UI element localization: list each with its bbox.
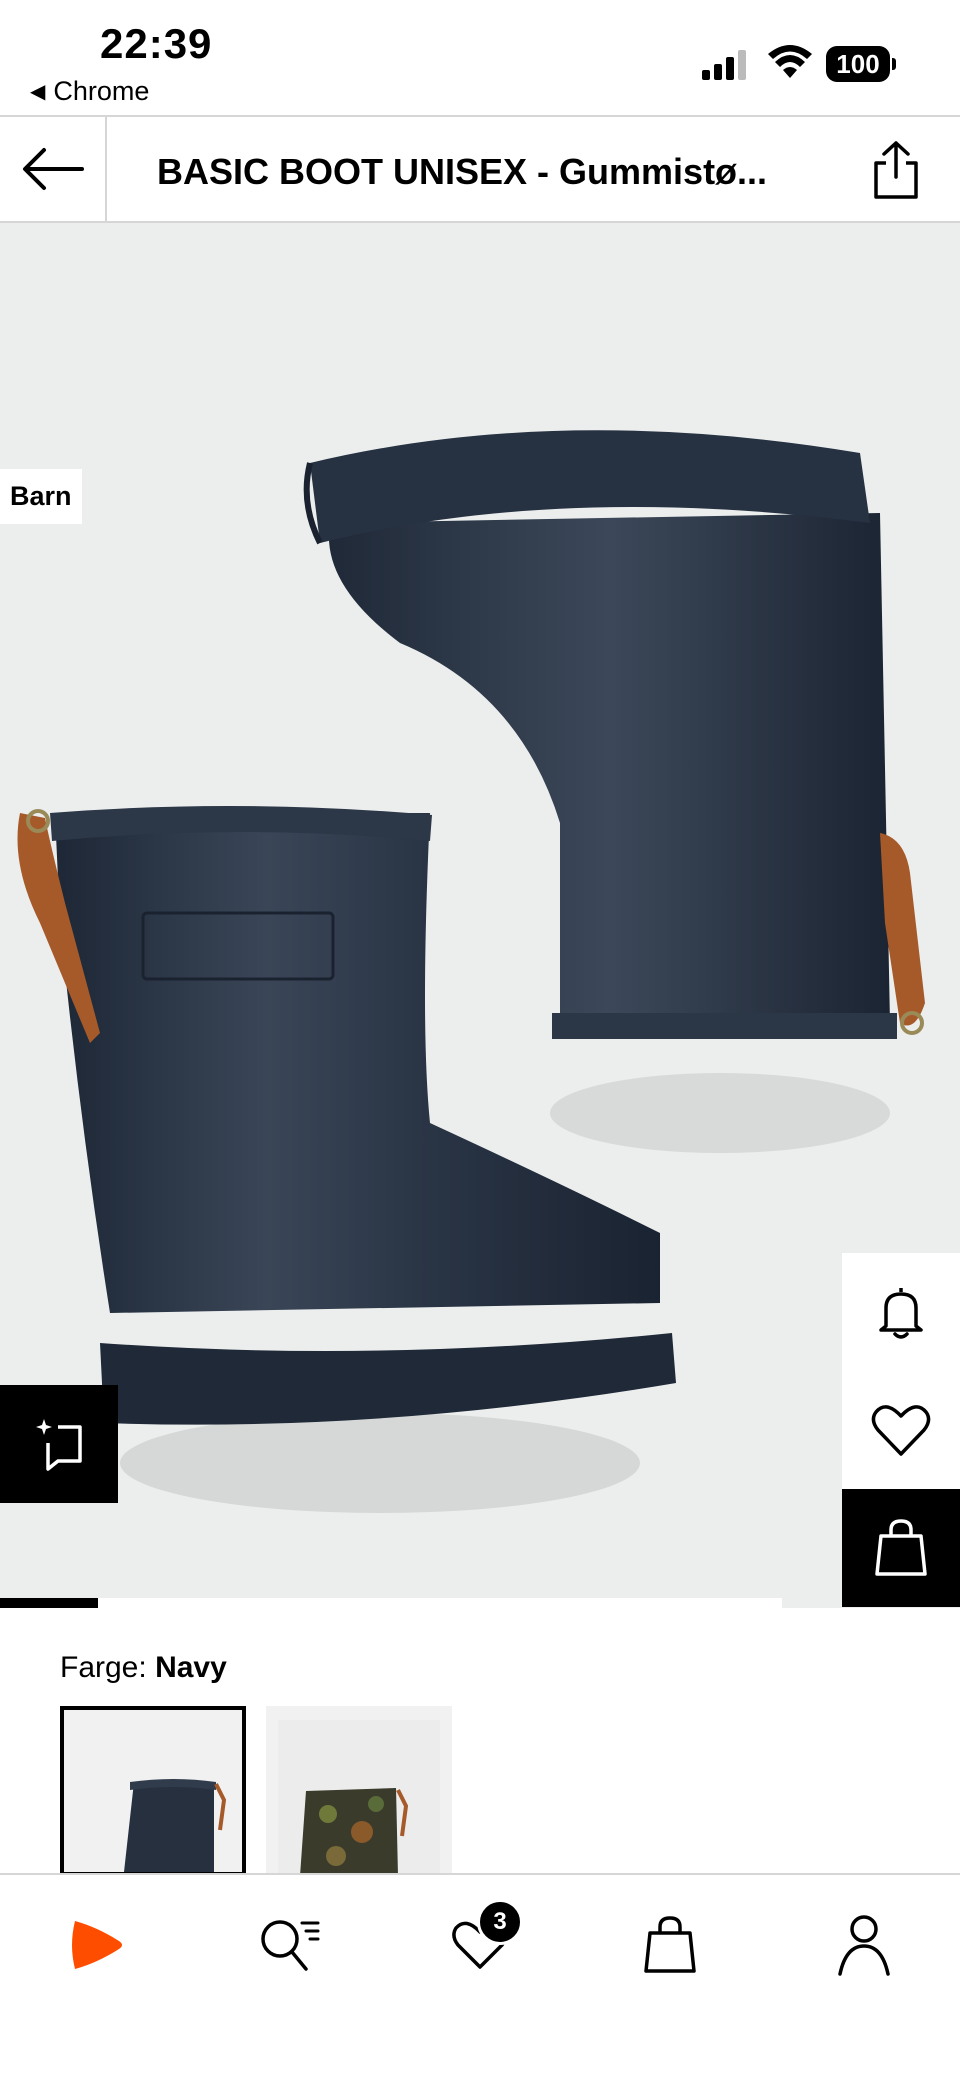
battery-level: 100: [826, 46, 890, 82]
add-to-bag-button[interactable]: [842, 1489, 960, 1607]
color-value: Navy: [155, 1651, 227, 1684]
zalando-logo-icon: [72, 1921, 122, 1969]
cellular-signal-icon: [702, 50, 746, 80]
age-badge: Barn: [0, 469, 82, 524]
tab-search[interactable]: [250, 1905, 330, 1985]
status-bar: 22:39 ◀ Chrome 100: [0, 0, 960, 115]
profile-icon: [838, 1915, 890, 1976]
clock: 22:39: [100, 20, 213, 67]
heart-icon: [871, 1405, 931, 1456]
wishlist-count-badge: 3: [477, 1899, 523, 1945]
tab-profile[interactable]: [824, 1905, 904, 1985]
back-app-label: Chrome: [53, 76, 150, 106]
product-action-rail: [842, 1253, 960, 1607]
color-swatch-camouflage[interactable]: [266, 1706, 452, 1876]
tab-home[interactable]: [56, 1905, 136, 1985]
back-triangle-icon: ◀: [30, 81, 46, 103]
search-icon: [261, 1920, 320, 1971]
color-label: Farge: Navy: [60, 1651, 227, 1685]
back-to-app-link[interactable]: ◀ Chrome: [30, 76, 149, 107]
bag-icon: [644, 1916, 696, 1973]
try-on-button[interactable]: [0, 1385, 118, 1503]
battery-indicator: 100: [826, 46, 896, 82]
product-image-carousel[interactable]: Barn: [0, 223, 960, 1608]
tab-wishlist[interactable]: 3: [440, 1899, 523, 1985]
top-navigation: BASIC BOOT UNISEX - Gummistø...: [0, 115, 960, 223]
wishlist-button[interactable]: [842, 1371, 960, 1489]
swatch-image-navy: [64, 1710, 242, 1872]
carousel-progress-fill: [0, 1598, 98, 1608]
battery-cap: [892, 58, 896, 70]
tab-bag[interactable]: [630, 1905, 710, 1985]
bottom-tab-bar: 3: [0, 1873, 960, 2078]
arrow-left-icon: [22, 148, 84, 190]
try-on-icon: [36, 1419, 82, 1471]
product-image: [0, 223, 960, 1608]
bag-icon: [875, 1519, 927, 1576]
swatch-image-camouflage: [266, 1706, 452, 1876]
color-swatch-navy[interactable]: [60, 1706, 246, 1876]
price-alert-button[interactable]: [842, 1253, 960, 1371]
carousel-progress: [0, 1598, 782, 1608]
bell-icon: [879, 1288, 923, 1339]
color-swatches: [60, 1706, 452, 1876]
color-label-prefix: Farge:: [60, 1651, 147, 1684]
page-title: BASIC BOOT UNISEX - Gummistø...: [157, 151, 768, 192]
wifi-icon: [768, 45, 812, 78]
back-button[interactable]: [0, 117, 107, 221]
share-icon[interactable]: [866, 139, 926, 201]
